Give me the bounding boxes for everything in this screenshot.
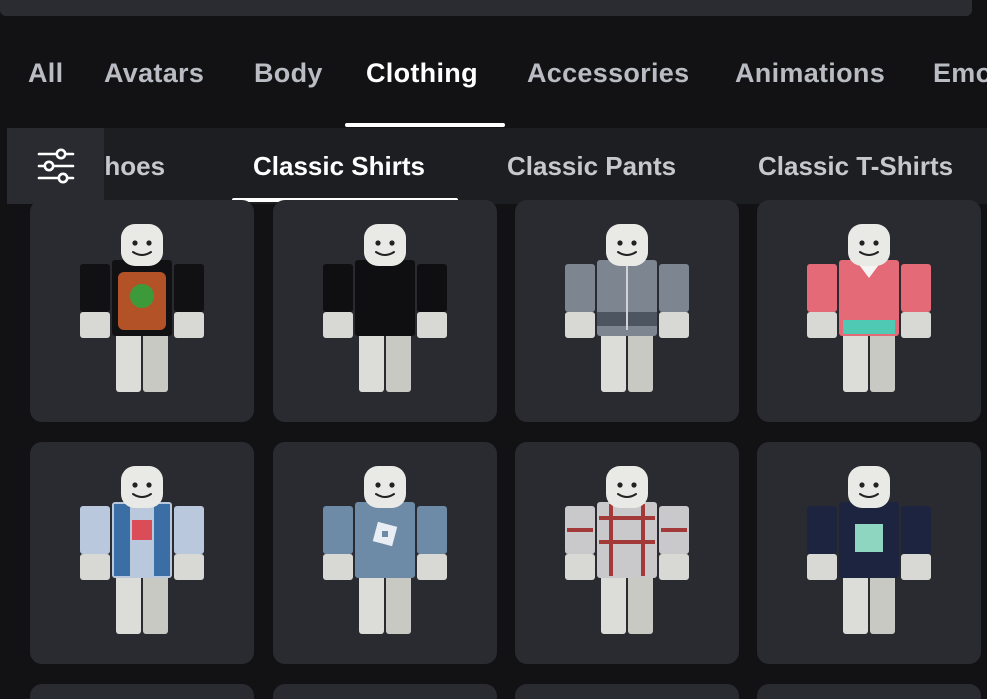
avatar-thumbnail xyxy=(323,466,447,634)
filter-button[interactable] xyxy=(7,128,104,204)
tab-all[interactable]: All xyxy=(28,58,63,89)
tab-accessories[interactable]: Accessories xyxy=(527,58,689,89)
avatar-thumbnail xyxy=(807,224,931,392)
shirt-item-card[interactable] xyxy=(273,200,497,422)
avatar-thumbnail xyxy=(80,224,204,392)
shirt-item-card[interactable] xyxy=(30,442,254,664)
category-tab-bar: All Avatars Body Clothing Accessories An… xyxy=(0,30,987,130)
shirt-item-card[interactable] xyxy=(30,684,254,699)
shirt-item-card[interactable] xyxy=(30,200,254,422)
shirt-item-card[interactable] xyxy=(515,442,739,664)
tab-clothing[interactable]: Clothing xyxy=(366,58,478,89)
tab-emotes[interactable]: Emo xyxy=(933,58,987,89)
subtab-classic-shirts[interactable]: Classic Shirts xyxy=(253,151,425,182)
tab-body[interactable]: Body xyxy=(254,58,323,89)
shirt-item-card[interactable] xyxy=(515,200,739,422)
shirt-item-card[interactable] xyxy=(273,684,497,699)
shirt-item-card[interactable] xyxy=(273,442,497,664)
tab-animations[interactable]: Animations xyxy=(735,58,885,89)
avatar-thumbnail xyxy=(565,466,689,634)
shirt-item-card[interactable] xyxy=(515,684,739,699)
avatar-thumbnail xyxy=(323,224,447,392)
subtab-classic-pants[interactable]: Classic Pants xyxy=(507,151,676,182)
shirt-item-card[interactable] xyxy=(757,684,981,699)
avatar-thumbnail xyxy=(807,466,931,634)
avatar-thumbnail xyxy=(80,466,204,634)
subtab-classic-tshirts[interactable]: Classic T-Shirts xyxy=(758,151,953,182)
shirt-item-card[interactable] xyxy=(757,200,981,422)
tab-avatars[interactable]: Avatars xyxy=(104,58,204,89)
sliders-icon xyxy=(37,148,74,184)
active-tab-indicator xyxy=(345,123,505,127)
search-bar[interactable] xyxy=(0,0,972,16)
subcategory-tab-bar: Shoes Classic Shirts Classic Pants Class… xyxy=(7,128,987,204)
shirt-item-card[interactable] xyxy=(757,442,981,664)
avatar-thumbnail xyxy=(565,224,689,392)
